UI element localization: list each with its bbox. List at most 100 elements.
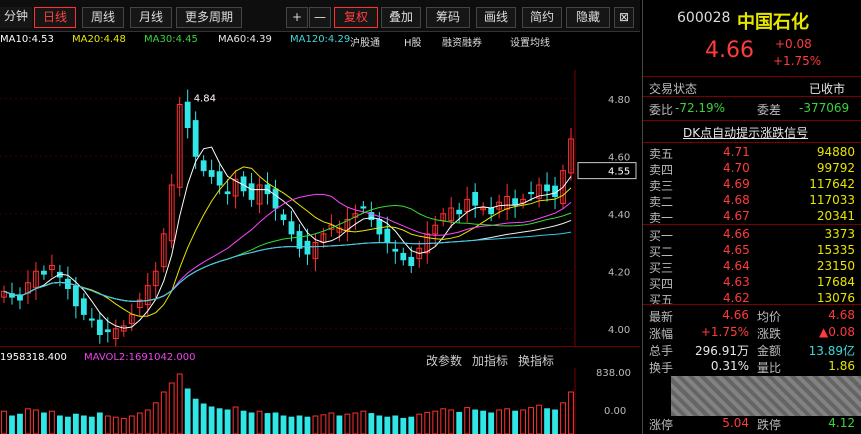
y-tick-label: 4.80 <box>608 95 630 106</box>
book-volume: 117642 <box>809 177 855 191</box>
last-price: 4.66 <box>705 38 754 63</box>
volume-bar <box>384 416 391 434</box>
ma10-label: MA10:4.53 <box>0 34 54 45</box>
candle <box>384 228 391 243</box>
book-price[interactable]: 4.71 <box>723 145 750 159</box>
volume-bar <box>456 411 463 434</box>
margin-link[interactable]: 融资融券 <box>442 34 482 49</box>
volume-bar <box>448 409 455 434</box>
book-volume: 13076 <box>816 291 855 305</box>
chart-toolbar: 分钟 日线 周线 月线 更多周期 + — 复权 叠加 筹码 画线 简约 隐藏 ⊠ <box>0 0 640 32</box>
volume-bar <box>41 412 47 434</box>
book-price[interactable]: 4.63 <box>723 275 750 289</box>
volume-bar <box>360 410 367 434</box>
book-volume: 3373 <box>824 227 855 241</box>
close-chart-icon[interactable]: ⊠ <box>614 7 634 28</box>
tab-more-periods[interactable]: 更多周期 <box>176 7 242 28</box>
candle <box>376 219 383 235</box>
book-level-label: 买一 <box>649 229 674 243</box>
tab-weekly[interactable]: 周线 <box>82 7 124 28</box>
volume-bar <box>25 408 31 434</box>
volume-bar <box>296 415 303 434</box>
volume-bar <box>272 412 279 434</box>
volume-bar <box>1 410 7 434</box>
volume-bar <box>232 406 239 434</box>
hide-button[interactable]: 隐藏 <box>566 7 610 28</box>
candle <box>400 252 407 261</box>
candle <box>472 191 479 206</box>
simple-button[interactable]: 简约 <box>522 7 562 28</box>
stat-label: 均价 <box>757 310 782 324</box>
candle <box>288 221 295 235</box>
book-level-label: 卖二 <box>649 195 674 209</box>
volume-bar <box>440 408 447 434</box>
limit-label: 涨停 <box>649 418 674 432</box>
volume-bar <box>528 407 534 434</box>
volume-label: 1958318.400 <box>0 352 67 363</box>
book-price[interactable]: 4.67 <box>723 209 750 223</box>
dk-signal-link[interactable]: DK点自动提示涨跌信号 <box>683 124 808 141</box>
volume-divider <box>0 346 640 347</box>
y-tick-label: 4.60 <box>608 152 630 163</box>
ma-settings-link[interactable]: 设置均线 <box>510 34 550 49</box>
tab-monthly[interactable]: 月线 <box>130 7 172 28</box>
volume-bar <box>320 414 327 434</box>
kline-chart[interactable]: 4.80 4.60 4.40 4.20 4.00 4.84 4.55 <box>0 70 640 346</box>
book-volume: 99792 <box>816 161 855 175</box>
book-volume: 23150 <box>816 259 855 273</box>
quote-panel: 600028 中国石化 4.66 +0.08 +1.75% 交易状态 已收市 委… <box>642 0 861 434</box>
book-price[interactable]: 4.65 <box>723 243 750 257</box>
change-params-link[interactable]: 改参数 <box>426 352 462 369</box>
volume-bar <box>17 413 23 434</box>
candle <box>360 206 367 209</box>
book-level-label: 卖五 <box>649 147 674 161</box>
volume-bar <box>376 415 383 434</box>
order-ratio-label: 委比 <box>649 103 674 117</box>
draw-button[interactable]: 画线 <box>476 7 516 28</box>
watermark-overlay <box>671 376 861 416</box>
price-change-pct: +1.75% <box>773 54 822 68</box>
volume-bar <box>64 416 71 434</box>
candle <box>104 329 111 333</box>
limit-up: 5.04 <box>722 416 749 430</box>
volume-bar <box>472 409 479 434</box>
volume-bar <box>128 415 135 434</box>
volume-bar <box>560 402 566 434</box>
tab-daily[interactable]: 日线 <box>34 7 76 28</box>
volume-bar <box>336 415 343 434</box>
volume-bar <box>392 415 399 434</box>
book-price[interactable]: 4.70 <box>723 161 750 175</box>
h-share-link[interactable]: H股 <box>404 34 422 49</box>
volume-bar <box>240 410 247 434</box>
overlay-button[interactable]: 叠加 <box>381 7 421 28</box>
volume-bar <box>160 391 167 434</box>
candle <box>528 191 534 195</box>
volume-bar <box>344 413 351 434</box>
hk-connect-link[interactable]: 沪股通 <box>350 34 380 49</box>
volume-bar <box>144 409 151 434</box>
volume-bar <box>312 415 319 434</box>
volume-bar <box>408 416 415 434</box>
price-change: +0.08 <box>775 37 812 51</box>
volume-bar <box>176 373 183 434</box>
book-price[interactable]: 4.62 <box>723 291 750 305</box>
chips-button[interactable]: 筹码 <box>426 7 470 28</box>
add-indicator-link[interactable]: 加指标 <box>472 352 508 369</box>
book-price[interactable]: 4.69 <box>723 177 750 191</box>
zoom-in-button[interactable]: + <box>286 7 308 28</box>
zoom-out-button[interactable]: — <box>309 7 331 28</box>
volume-bar <box>33 409 39 434</box>
book-price[interactable]: 4.64 <box>723 259 750 273</box>
adjust-button[interactable]: 复权 <box>334 7 378 28</box>
volume-bar <box>216 408 223 434</box>
tab-minute[interactable]: 分钟 <box>0 7 32 28</box>
stat-value: 1.86 <box>828 359 855 373</box>
stat-value: 0.31% <box>710 359 749 373</box>
limit-label: 跌停 <box>757 418 782 432</box>
book-volume: 117033 <box>809 193 855 207</box>
y-tick-label: 4.40 <box>608 210 630 221</box>
switch-indicator-link[interactable]: 换指标 <box>518 352 554 369</box>
book-price[interactable]: 4.68 <box>723 193 750 207</box>
book-price[interactable]: 4.66 <box>723 227 750 241</box>
book-volume: 17684 <box>816 275 855 289</box>
